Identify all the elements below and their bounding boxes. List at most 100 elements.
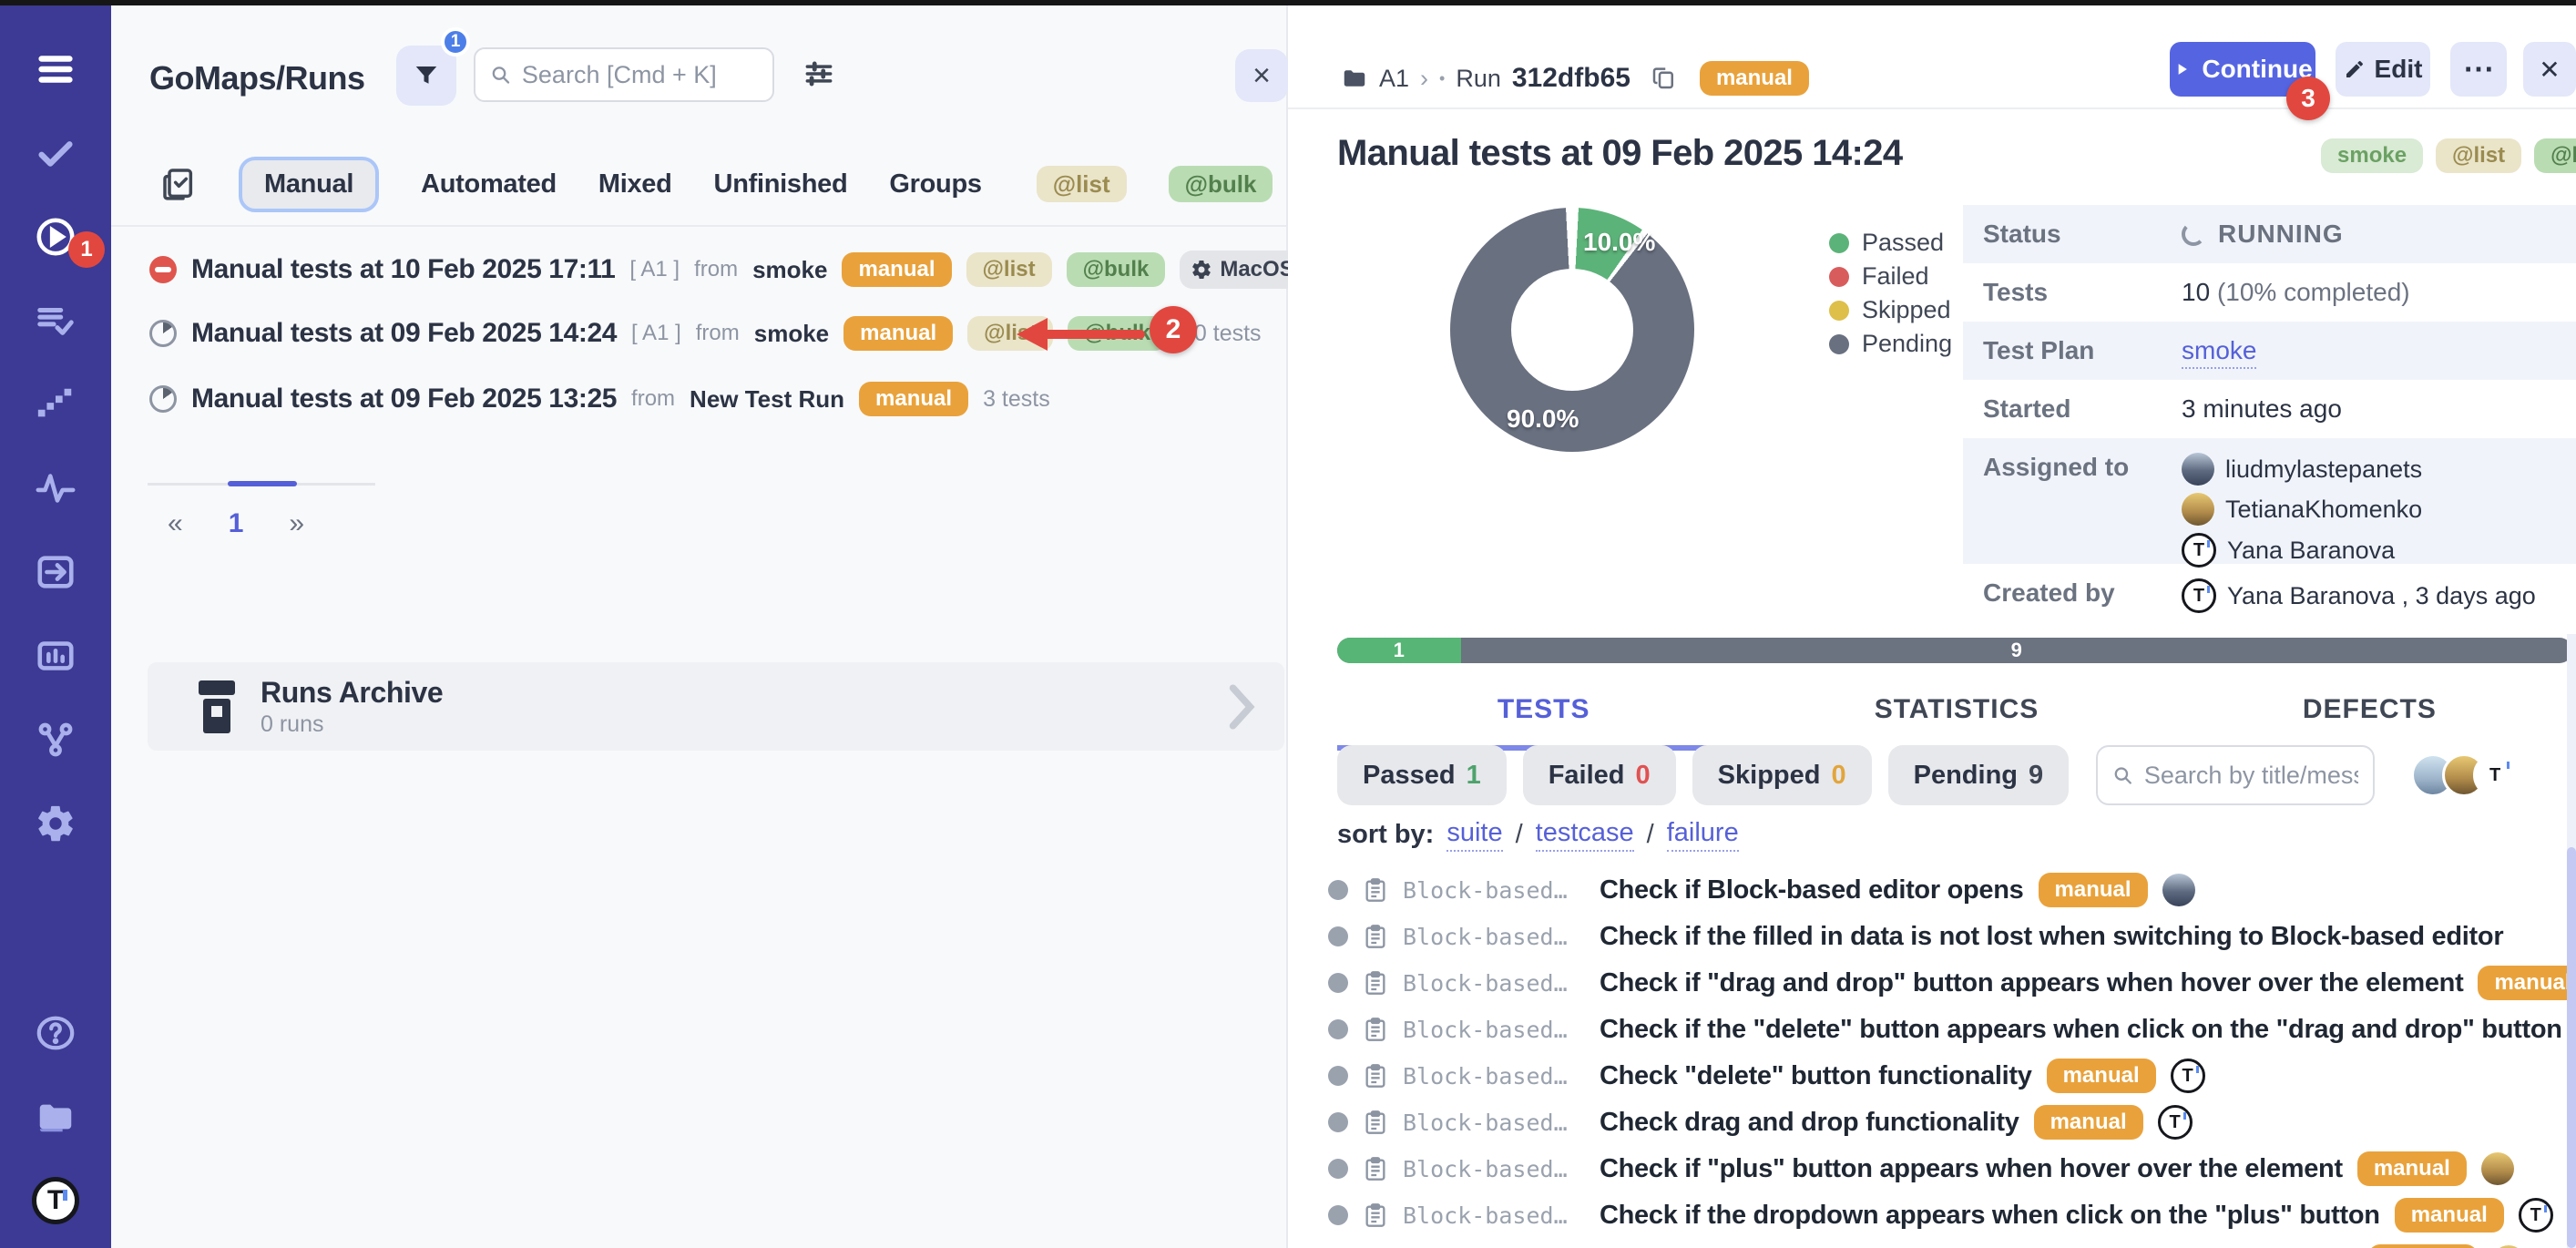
tab-defects[interactable]: DEFECTS [2163,681,2576,751]
sidebar-item-milestones[interactable] [32,381,79,428]
user-avatar [2182,453,2214,486]
sort-suite[interactable]: suite [1446,818,1502,852]
test-row[interactable]: Block-based… Check drag and drop functio… [1328,1101,2574,1143]
test-row[interactable]: Block-based… Check if the dropdown appea… [1328,1194,2574,1236]
run-ref: [ A1 ] [631,321,681,346]
help-icon[interactable] [32,1009,79,1057]
pagination-thumb[interactable] [228,481,297,486]
legend-pending: Pending [1862,330,1952,358]
test-assignee-avatar: T [2171,1059,2205,1093]
right-scrollbar-thumb[interactable] [2567,847,2576,1248]
edit-button[interactable]: Edit [2336,42,2430,97]
filter-skipped[interactable]: Skipped0 [1692,745,1872,805]
test-row[interactable]: Block-based… Check if the "delete" butto… [1328,1008,2574,1050]
assignee-avatar-stack[interactable]: T [2411,753,2517,797]
run-row[interactable]: Manual tests at 09 Feb 2025 13:25 from N… [149,373,1050,425]
chart-legend: Passed Failed Skipped Pending [1829,226,1952,361]
filter-settings-icon[interactable] [802,56,836,96]
more-button[interactable]: ⋯ [2450,42,2507,97]
filter-failed[interactable]: Failed0 [1523,745,1676,805]
pagination-page-1[interactable]: 1 [229,508,244,539]
filter-passed[interactable]: Passed1 [1337,745,1507,805]
test-row[interactable]: Block-based… Check if "plus" button appe… [1328,1148,2574,1190]
test-title[interactable]: Check "delete" button functionality [1600,1061,2032,1091]
tests-search-input[interactable] [2144,762,2358,790]
funnel-icon [413,62,440,89]
projects-folder-icon[interactable] [32,1093,79,1141]
test-row[interactable]: Block-based… Check if the filled in data… [1328,916,2574,957]
test-suite[interactable]: Block-based… [1403,1202,1585,1229]
breadcrumb: GoMaps / Runs [149,49,365,107]
sidebar-item-reports[interactable] [32,632,79,680]
test-title[interactable]: Check if "drag and drop" button appears … [1600,968,2463,998]
sidebar-item-test-plans[interactable] [32,297,79,344]
test-suite[interactable]: Block-based… [1403,877,1585,904]
breadcrumb-project[interactable]: GoMaps [149,59,276,97]
assigned-user[interactable]: TYana Baranova [2182,533,2422,568]
test-row-partial[interactable]: Block-based… Check if the dropdown close… [1328,1241,2574,1248]
runs-badge: 1 [68,231,105,268]
search-box[interactable] [474,47,774,102]
test-suite[interactable]: Block-based… [1403,1017,1585,1043]
run-title[interactable]: Manual tests at 09 Feb 2025 14:24 [191,318,617,349]
test-row[interactable]: Block-based… Check "delete" button funct… [1328,1055,2574,1097]
test-row[interactable]: Block-based… Check if "drag and drop" bu… [1328,962,2574,1004]
test-title[interactable]: Check if the "delete" button appears whe… [1600,1015,2562,1045]
tab-groups[interactable]: Groups [889,169,981,199]
sidebar-item-runs[interactable]: 1 [32,213,79,261]
menu-icon[interactable] [32,46,79,93]
donut-hole [1511,269,1633,391]
run-breadcrumb: A1 › • Run 312dfb65 manual [1341,53,1809,104]
test-title[interactable]: Check if "plus" button appears when hove… [1600,1154,2343,1184]
sort-testcase[interactable]: testcase [1536,818,1634,852]
tab-mixed[interactable]: Mixed [598,169,672,199]
workspace-logo-avatar[interactable]: T [32,1177,79,1224]
tab-manual[interactable]: Manual [239,157,379,212]
tab-automated[interactable]: Automated [421,169,557,199]
test-suite[interactable]: Block-based… [1403,924,1585,950]
settings-gear-icon[interactable] [32,800,79,847]
close-detail-button[interactable]: ✕ [2523,42,2576,97]
select-all-icon[interactable] [160,166,197,202]
test-suite[interactable]: Block-based… [1403,1156,1585,1182]
test-suite[interactable]: Block-based… [1403,1063,1585,1089]
run-status-progress-icon [149,385,177,413]
assigned-user[interactable]: liudmylastepanets [2182,453,2422,486]
tab-unfinished[interactable]: Unfinished [714,169,848,199]
tab-statistics[interactable]: STATISTICS [1750,681,2162,751]
assigned-user[interactable]: TetianaKhomenko [2182,493,2422,526]
search-input[interactable] [522,61,758,89]
pagination-first[interactable]: « [168,508,183,539]
test-suite[interactable]: Block-based… [1403,970,1585,997]
test-title[interactable]: Check drag and drop functionality [1600,1108,2019,1138]
sidebar-item-cases[interactable] [32,129,79,177]
filter-pending[interactable]: Pending9 [1888,745,2070,805]
test-status-icon [1328,1159,1348,1179]
sidebar: 1 [0,5,111,1248]
test-status-icon [1328,1112,1348,1132]
copy-icon[interactable] [1651,65,1678,92]
crumb-suite[interactable]: A1 [1379,65,1409,93]
tag-filter-bulk[interactable]: @bulk [1169,166,1273,202]
test-row[interactable]: Block-based… Check if Block-based editor… [1328,869,2574,911]
sidebar-item-activity[interactable] [32,465,79,512]
test-title[interactable]: Check if the filled in data is not lost … [1600,922,2503,952]
test-suite[interactable]: Block-based… [1403,1110,1585,1136]
pagination-last[interactable]: » [289,508,304,539]
sidebar-item-import[interactable] [32,548,79,596]
tag-list: @list [2436,138,2521,173]
close-panel-button[interactable]: × [1235,49,1288,102]
test-title[interactable]: Check if Block-based editor opens [1600,875,2024,905]
test-plan-link[interactable]: smoke [2182,336,2256,369]
tag-filter-list[interactable]: @list [1037,166,1127,202]
annotation-arrow [1013,309,1150,360]
runs-archive-card[interactable]: Runs Archive 0 runs [148,662,1284,751]
tab-tests[interactable]: TESTS [1337,681,1750,751]
test-title[interactable]: Check if the dropdown appears when click… [1600,1201,2380,1231]
test-tag: manual [2395,1198,2504,1233]
sidebar-item-integrations[interactable] [32,716,79,763]
sort-failure[interactable]: failure [1667,818,1739,852]
run-title[interactable]: Manual tests at 09 Feb 2025 13:25 [191,384,617,414]
tests-search-box[interactable] [2096,745,2375,805]
run-title[interactable]: Manual tests at 10 Feb 2025 17:11 [191,254,615,285]
